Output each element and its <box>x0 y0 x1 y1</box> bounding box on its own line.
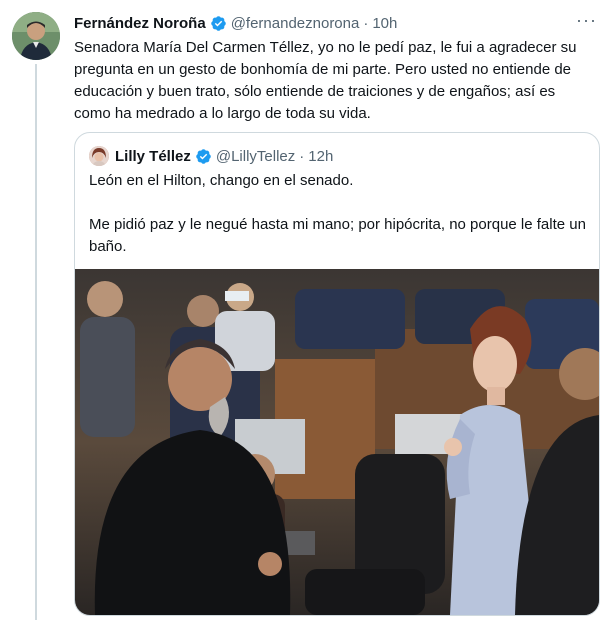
quoted-paragraph-1: León en el Hilton, chango en el senado. <box>89 172 354 189</box>
tweet-header: Fernández Noroña @fernandeznorona · 10h <box>74 12 589 34</box>
author-name[interactable]: Fernández Noroña <box>74 15 206 32</box>
verified-badge-icon <box>210 15 226 31</box>
verified-badge-icon <box>196 148 211 164</box>
quoted-author-name: Lilly Téllez <box>115 147 191 165</box>
quoted-author-handle: @LillyTellez <box>215 147 296 165</box>
separator: · <box>299 147 305 165</box>
more-dots-icon[interactable]: ··· <box>576 10 597 31</box>
quoted-tweet-text: León en el Hilton, chango en el senado. … <box>89 170 589 258</box>
author-handle[interactable]: @fernandeznorona <box>231 15 360 32</box>
quoted-author-avatar <box>89 146 109 166</box>
separator: · <box>363 14 369 32</box>
senate-photo[interactable] <box>75 269 599 615</box>
quoted-tweet-time: 12h <box>308 147 334 165</box>
quoted-tweet[interactable]: Lilly Téllez @LillyTellez · 12h León en … <box>74 132 600 616</box>
quoted-paragraph-2: Me pidió paz y le negué hasta mi mano; p… <box>89 216 586 255</box>
author-avatar[interactable] <box>12 12 60 60</box>
tweet-time[interactable]: 10h <box>372 15 397 32</box>
tweet-text: Senadora María Del Carmen Téllez, yo no … <box>74 39 577 122</box>
thread-line <box>35 64 37 620</box>
quoted-tweet-header: Lilly Téllez @LillyTellez · 12h <box>89 145 333 167</box>
